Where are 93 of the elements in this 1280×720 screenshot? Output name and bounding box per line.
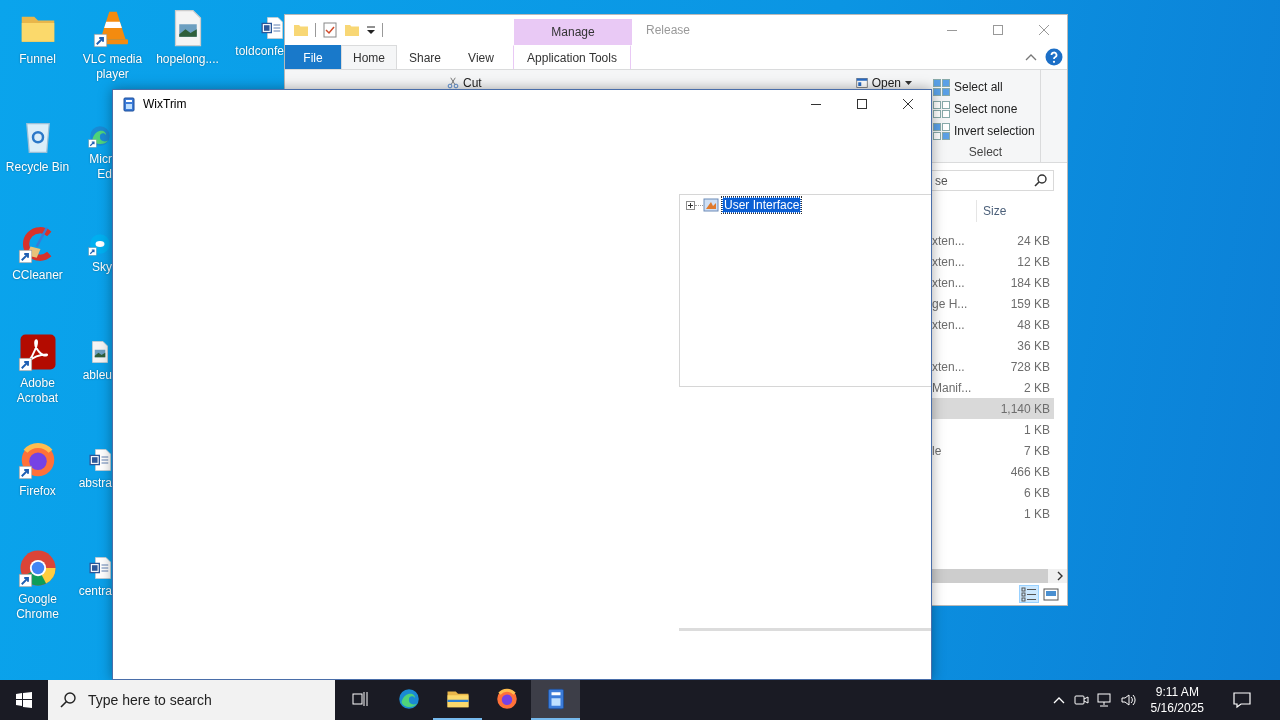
window-icon (703, 197, 719, 213)
caret-icon (905, 81, 913, 85)
icon-label[interactable]: CCleaner (12, 268, 63, 283)
close-icon (903, 99, 913, 109)
icon-label[interactable]: hopelong.... (156, 52, 219, 67)
select-option[interactable]: Select none (931, 98, 1040, 120)
icon-label[interactable]: ableu (82, 368, 112, 383)
ribbon-tab[interactable]: Home (341, 45, 397, 69)
window-title: WixTrim (143, 97, 187, 111)
table-cell-text: 7 KB (1023, 443, 1051, 458)
icon-label[interactable]: toldconfe (235, 44, 284, 59)
app-icon (121, 96, 137, 112)
expand-icon[interactable] (686, 200, 695, 210)
search-field[interactable]: Type here to search (48, 680, 335, 720)
table-cell-text: 466 KB (1009, 464, 1051, 479)
icon-label[interactable]: Micr Ed (89, 152, 112, 182)
table-cell-text: 6 KB (1023, 485, 1051, 500)
thumbnail-view-icon (1043, 586, 1059, 602)
cut-button[interactable]: Cut (445, 76, 484, 90)
table-cell-text: xten... (931, 317, 966, 332)
maximize-icon (993, 25, 1003, 35)
table-cell-text: xten... (931, 275, 966, 290)
maximize-icon (857, 99, 867, 109)
scissors-icon (447, 77, 459, 89)
icon-label[interactable]: VLC media player (82, 52, 143, 82)
browser-icon[interactable] (88, 124, 112, 148)
table-cell-text: 1,140 KB (999, 401, 1051, 416)
browser-icon (396, 687, 421, 711)
ribbon-tab[interactable]: Share (397, 45, 453, 69)
details-view-icon (1021, 586, 1037, 602)
table-cell-text: 12 KB (1016, 254, 1051, 269)
group-label: Select (967, 145, 1004, 161)
tree-item[interactable]: User Interface (722, 197, 802, 213)
search-icon (60, 692, 76, 708)
pdf-app-icon[interactable] (17, 332, 58, 372)
column-header[interactable]: Size (983, 204, 1007, 218)
table-cell-text: 1 KB (1023, 422, 1051, 437)
table-cell-text: ge H... (931, 296, 969, 311)
icon-label[interactable]: Adobe Acrobat (16, 376, 59, 406)
file-tab[interactable]: File (285, 45, 341, 69)
document-icon[interactable] (260, 16, 284, 40)
table-cell-text: xten... (931, 233, 966, 248)
taskbar-app-button[interactable] (531, 680, 580, 720)
search-input[interactable]: se (935, 173, 1034, 188)
window-title: Release (646, 22, 691, 39)
close-icon (1039, 25, 1049, 35)
network-icon[interactable] (1096, 692, 1113, 708)
view-button[interactable] (1019, 585, 1039, 603)
table-cell-text: xten... (931, 359, 966, 374)
fox-globe-icon (494, 687, 519, 711)
video-camera-icon[interactable] (1072, 692, 1089, 708)
table-cell-text: le (931, 443, 943, 458)
icon-label[interactable]: Google Chrome (16, 592, 59, 622)
clock-date[interactable]: 5/16/2025 (1150, 700, 1204, 716)
search-icon[interactable] (1034, 174, 1047, 187)
checklist-icon[interactable] (322, 22, 338, 38)
table-cell-text: 24 KB (1016, 233, 1051, 248)
document-icon[interactable] (88, 448, 112, 472)
icon-label[interactable]: Firefox (19, 484, 56, 499)
table-cell-text: 48 KB (1016, 317, 1051, 332)
ribbon-tab[interactable]: View (453, 45, 509, 69)
icon-label[interactable]: centra (78, 584, 112, 599)
search-field[interactable]: se (930, 170, 1054, 191)
table-cell-text: 36 KB (1016, 338, 1051, 353)
table-cell-text: 1 KB (1023, 506, 1051, 521)
caret-icon[interactable] (366, 24, 376, 36)
icon-label[interactable]: Funnel (19, 52, 56, 67)
contextual-tab-header: Manage (514, 19, 632, 45)
chevron-right-icon[interactable] (1057, 571, 1064, 581)
browser-icon[interactable] (17, 548, 58, 588)
icon-label[interactable]: abstra (78, 476, 112, 491)
icon-label[interactable]: Sky (92, 260, 112, 275)
scrollbar-thumb[interactable] (930, 569, 1048, 583)
task-view-icon (351, 691, 368, 707)
speech-bubble-icon (1233, 691, 1251, 709)
windows-logo-icon (16, 692, 32, 708)
clock-time[interactable]: 9:11 AM (1155, 684, 1199, 700)
table-cell-text: 2 KB (1023, 380, 1051, 395)
document-icon[interactable] (88, 556, 112, 580)
search-input[interactable]: Type here to search (86, 691, 320, 709)
select-option[interactable]: Select all (931, 76, 1040, 98)
table-cell-text: Manif... (931, 380, 973, 395)
table-cell-text: 184 KB (1009, 275, 1051, 290)
grid-icon (933, 78, 950, 96)
chat-app-icon[interactable] (88, 232, 112, 256)
selected-row[interactable]: 1,140 KB (930, 398, 1054, 419)
table-cell-text: xten... (931, 254, 966, 269)
table-cell-text: 728 KB (1009, 359, 1051, 374)
speaker-icon[interactable] (1120, 692, 1137, 708)
table-cell-text: 159 KB (1009, 296, 1051, 311)
help-icon[interactable] (1045, 48, 1063, 66)
select-option[interactable]: Invert selection (931, 120, 1040, 142)
icon-label[interactable]: Recycle Bin (5, 160, 70, 175)
